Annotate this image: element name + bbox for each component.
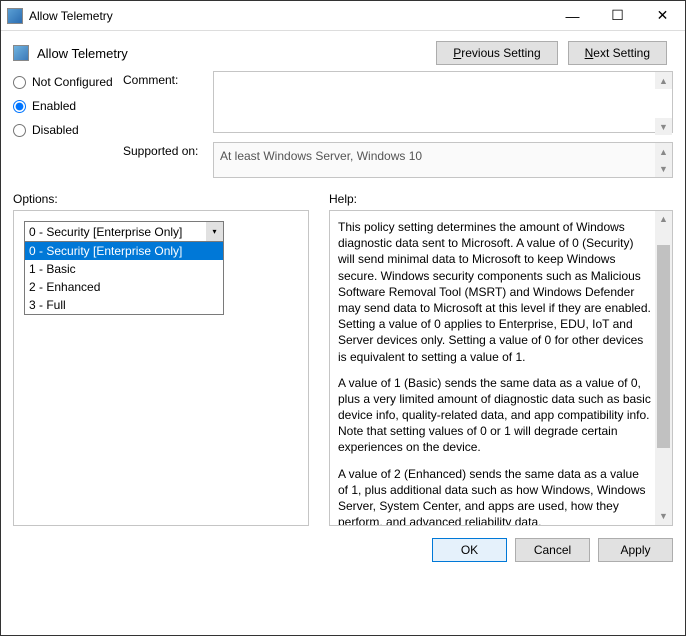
help-panel: This policy setting determines the amoun…	[329, 210, 673, 526]
dropdown-list: 0 - Security [Enterprise Only] 1 - Basic…	[24, 242, 224, 315]
scroll-up-icon[interactable]: ▲	[655, 143, 672, 160]
help-paragraph: A value of 1 (Basic) sends the same data…	[338, 375, 652, 456]
supported-on-text: At least Windows Server, Windows 10	[220, 149, 422, 163]
close-button[interactable]: ✕	[640, 1, 685, 30]
previous-setting-button[interactable]: Previous Setting	[436, 41, 557, 65]
dropdown-selected: 0 - Security [Enterprise Only]	[29, 225, 182, 239]
scroll-up-icon[interactable]: ▲	[655, 72, 672, 89]
dropdown-item-3[interactable]: 3 - Full	[25, 296, 223, 314]
next-setting-button[interactable]: Next Setting	[568, 41, 667, 65]
radio-disabled-input[interactable]	[13, 124, 26, 137]
radio-disabled[interactable]: Disabled	[13, 123, 113, 137]
telemetry-dropdown[interactable]: 0 - Security [Enterprise Only] ▾	[24, 221, 224, 242]
radio-not-configured[interactable]: Not Configured	[13, 75, 113, 89]
supported-label: Supported on:	[123, 142, 203, 178]
chevron-down-icon[interactable]: ▾	[206, 222, 223, 241]
dropdown-item-0[interactable]: 0 - Security [Enterprise Only]	[25, 242, 223, 260]
maximize-button[interactable]: ☐	[595, 1, 640, 30]
supported-on-field: At least Windows Server, Windows 10	[213, 142, 673, 178]
titlebar: Allow Telemetry — ☐ ✕	[1, 1, 685, 31]
comment-label: Comment:	[123, 71, 203, 136]
radio-label: Enabled	[32, 99, 76, 113]
scrollbar[interactable]: ▲ ▼	[655, 211, 672, 525]
scrollbar-thumb[interactable]	[657, 245, 670, 448]
radio-enabled[interactable]: Enabled	[13, 99, 113, 113]
policy-icon	[13, 45, 29, 61]
radio-label: Disabled	[32, 123, 79, 137]
options-label: Options:	[13, 192, 309, 206]
dropdown-item-2[interactable]: 2 - Enhanced	[25, 278, 223, 296]
app-icon	[7, 8, 23, 24]
scroll-down-icon[interactable]: ▼	[655, 508, 672, 525]
cancel-button[interactable]: Cancel	[515, 538, 590, 562]
options-panel: 0 - Security [Enterprise Only] ▾ 0 - Sec…	[13, 210, 309, 526]
radio-enabled-input[interactable]	[13, 100, 26, 113]
minimize-button[interactable]: —	[550, 1, 595, 30]
radio-not-configured-input[interactable]	[13, 76, 26, 89]
comment-textarea[interactable]	[213, 71, 673, 133]
help-label: Help:	[329, 192, 357, 206]
dropdown-item-1[interactable]: 1 - Basic	[25, 260, 223, 278]
scroll-down-icon[interactable]: ▼	[655, 118, 672, 135]
window-title: Allow Telemetry	[29, 9, 550, 23]
help-paragraph: A value of 2 (Enhanced) sends the same d…	[338, 466, 652, 526]
apply-button[interactable]: Apply	[598, 538, 673, 562]
help-paragraph: This policy setting determines the amoun…	[338, 219, 652, 365]
policy-title: Allow Telemetry	[37, 46, 436, 61]
scroll-down-icon[interactable]: ▼	[655, 160, 672, 177]
ok-button[interactable]: OK	[432, 538, 507, 562]
header: Allow Telemetry Previous Setting Next Se…	[1, 31, 685, 65]
scroll-up-icon[interactable]: ▲	[655, 211, 672, 228]
radio-label: Not Configured	[32, 75, 113, 89]
